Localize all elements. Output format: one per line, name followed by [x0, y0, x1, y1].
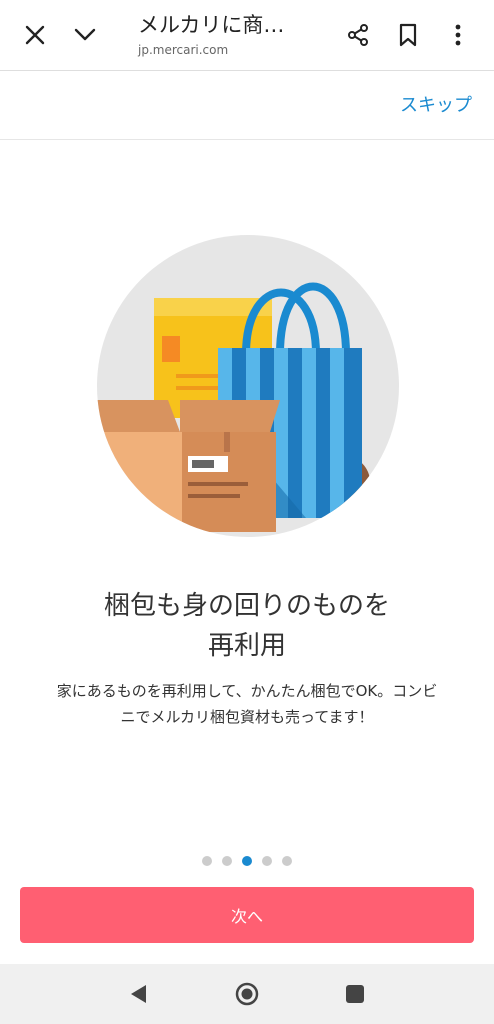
skip-button[interactable]: スキップ — [400, 91, 472, 117]
next-button[interactable]: 次へ — [20, 887, 474, 943]
page-dot-5[interactable] — [282, 856, 292, 866]
headline-line-2: 再利用 — [207, 631, 286, 661]
description-line-2: ニでメルカリ梱包資材も売ってます！ — [120, 708, 374, 726]
page-url: jp.mercari.com — [138, 43, 229, 57]
recents-icon[interactable] — [343, 982, 367, 1006]
page-dot-1[interactable] — [202, 856, 212, 866]
page-dot-4[interactable] — [262, 856, 272, 866]
close-icon[interactable] — [15, 15, 55, 55]
more-vert-icon[interactable] — [438, 15, 478, 55]
back-icon[interactable] — [126, 982, 150, 1006]
page-dot-2[interactable] — [222, 856, 232, 866]
onboarding-headline: 梱包も身の回りのものを 再利用 — [0, 586, 494, 666]
system-nav-bar — [0, 964, 494, 1024]
page-title: メルカリに商… — [138, 13, 285, 37]
bookmark-icon[interactable] — [388, 15, 428, 55]
browser-toolbar: メルカリに商… jp.mercari.com — [0, 0, 494, 71]
next-button-label: 次へ — [230, 907, 263, 926]
page-dot-3[interactable] — [242, 856, 252, 866]
page-title-area: メルカリに商… jp.mercari.com — [138, 10, 328, 58]
page-indicator — [0, 856, 494, 866]
onboarding-description: 家にあるものを再利用して、かんたん梱包でOK。コンビ ニでメルカリ梱包資材も売っ… — [24, 678, 470, 730]
mercari-onboarding-page: メルカリに商… jp.mercari.com スキップ 梱包も身の回りのものを … — [0, 0, 494, 1024]
packaging-illustration — [96, 234, 400, 538]
description-line-1: 家にあるものを再利用して、かんたん梱包でOK。コンビ — [56, 682, 438, 700]
share-icon[interactable] — [338, 15, 378, 55]
home-icon[interactable] — [235, 982, 259, 1006]
skip-row: スキップ — [0, 71, 494, 140]
headline-line-1: 梱包も身の回りのものを — [103, 591, 390, 621]
chevron-down-icon[interactable] — [65, 15, 105, 55]
